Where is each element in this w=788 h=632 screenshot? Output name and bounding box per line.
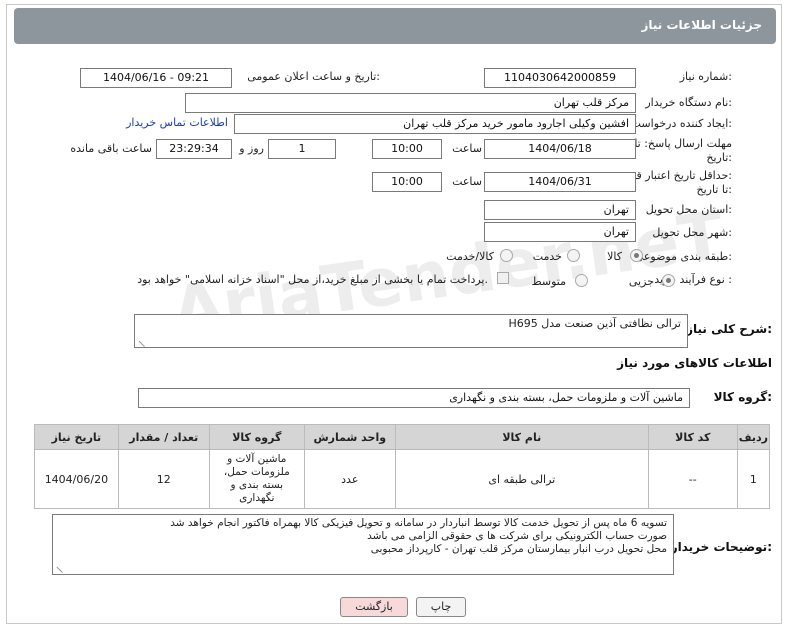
cell-code: -- [647,449,738,509]
print-button[interactable]: چاپ [416,597,466,617]
col-header-quantity: تعداد / مقدار [117,424,210,450]
col-header-code: کد کالا [647,424,738,450]
deadline-label-line2: تاریخ: [706,151,732,164]
cell-row-number: 1 [736,449,771,509]
goods-section-title: اطلاعات کالاهای مورد نیاز [617,356,772,370]
description-text: ترالی نظافتی آذین صنعت مدل H695 [508,317,681,330]
process-radio-medium[interactable] [575,274,588,287]
table-header-row: ردیف کد کالا نام کالا واحد شمارش گروه کا… [34,424,771,450]
category-option-service: خدمت [532,250,562,263]
col-header-group: گروه کالا [208,424,305,450]
province-label: استان محل تحویل: [645,203,732,216]
back-button[interactable]: بازگشت [340,597,408,617]
announce-label: تاریخ و ساعت اعلان عمومی: [247,70,380,83]
description-label: شرح کلی نیاز: [686,322,772,336]
col-header-name: نام کالا [394,424,649,450]
city-field: تهران [484,222,636,242]
description-textarea[interactable]: ترالی نظافتی آذین صنعت مدل H695 [134,314,688,348]
col-header-unit: واحد شمارش [303,424,396,450]
category-radio-goods[interactable] [630,249,643,262]
process-option-medium: متوسط [531,275,566,288]
remaining-time-field: 23:29:34 [156,139,232,159]
need-number-label: شماره نیاز: [679,70,732,83]
cell-need-date: 1404/06/20 [34,449,119,509]
deadline-time-label: ساعت [452,142,482,155]
requester-label: ایجاد کننده درخواست: [630,117,732,130]
treasury-payment-checkbox[interactable] [497,272,509,284]
buyer-notes-line-3: محل تحویل درب انبار بیمارستان مرکز قلب ت… [370,543,667,555]
city-label: شهر محل تحویل: [652,226,732,239]
min-validity-label-line2: تا تاریخ: [696,183,732,196]
validity-time-label: ساعت [452,175,482,188]
cell-name: ترالی طبقه ای [394,449,649,509]
days-field: 1 [268,139,336,159]
category-option-goods-service: کالا/خدمت [446,250,494,263]
goods-group-label: گروه کالا: [713,390,772,404]
remaining-label: ساعت باقی مانده [70,142,152,155]
category-radio-goods-service[interactable] [500,249,513,262]
days-label: روز و [239,142,264,155]
page-header: جزئیات اطلاعات نیاز [14,8,776,44]
deadline-label-line1: مهلت ارسال پاسخ: تا [634,137,732,150]
buyer-notes-line-1: تسویه 6 ماه پس از تحویل خدمت کالا توسط ا… [170,517,667,529]
buyer-notes-line-2: صورت حساب الکترونیکی برای شرکت ها ی حقوق… [367,530,667,542]
validity-time-field: 10:00 [372,172,442,192]
category-radio-service[interactable] [567,249,580,262]
goods-group-field: ماشین آلات و ملزومات حمل، بسته بندی و نگ… [138,388,690,408]
buyer-notes-label: توضیحات خریدار: [670,540,772,554]
deadline-time-field: 10:00 [372,139,442,159]
treasury-payment-note: پرداخت تمام یا بخشی از مبلغ خرید،از محل … [137,273,488,286]
province-field: تهران [484,200,636,220]
contact-info-link[interactable]: اطلاعات تماس خریدار [126,116,228,129]
buyer-org-field: مرکز قلب تهران [185,93,636,113]
category-option-goods: کالا [607,250,622,263]
cell-quantity: 12 [117,449,210,509]
page-title: جزئیات اطلاعات نیاز [641,18,762,32]
announce-field: 1404/06/16 - 09:21 [80,68,232,88]
buyer-org-label: نام دستگاه خریدار: [645,96,732,109]
col-header-need-date: تاریخ نیاز [34,424,119,450]
validity-date-field: 1404/06/31 [484,172,636,192]
cell-group: ماشین آلات و ملزومات حمل، بسته بندی و نگ… [208,449,305,509]
cell-unit: عدد [303,449,396,509]
requester-field: افشین وکیلی اجارود مامور خرید مرکز قلب ت… [234,114,636,134]
buyer-notes-textarea[interactable]: تسویه 6 ماه پس از تحویل خدمت کالا توسط ا… [52,514,674,575]
category-label: طبقه بندی موضوعی: [634,250,732,263]
goods-table: ردیف کد کالا نام کالا واحد شمارش گروه کا… [34,424,771,509]
process-radio-minor[interactable] [662,274,675,287]
need-number-field: 1104030642000859 [484,68,636,88]
process-option-minor: جزیی [628,275,654,288]
deadline-date-field: 1404/06/18 [484,139,636,159]
table-row: 1 -- ترالی طبقه ای عدد ماشین آلات و ملزو… [34,449,771,509]
col-header-row-number: ردیف [736,424,771,450]
